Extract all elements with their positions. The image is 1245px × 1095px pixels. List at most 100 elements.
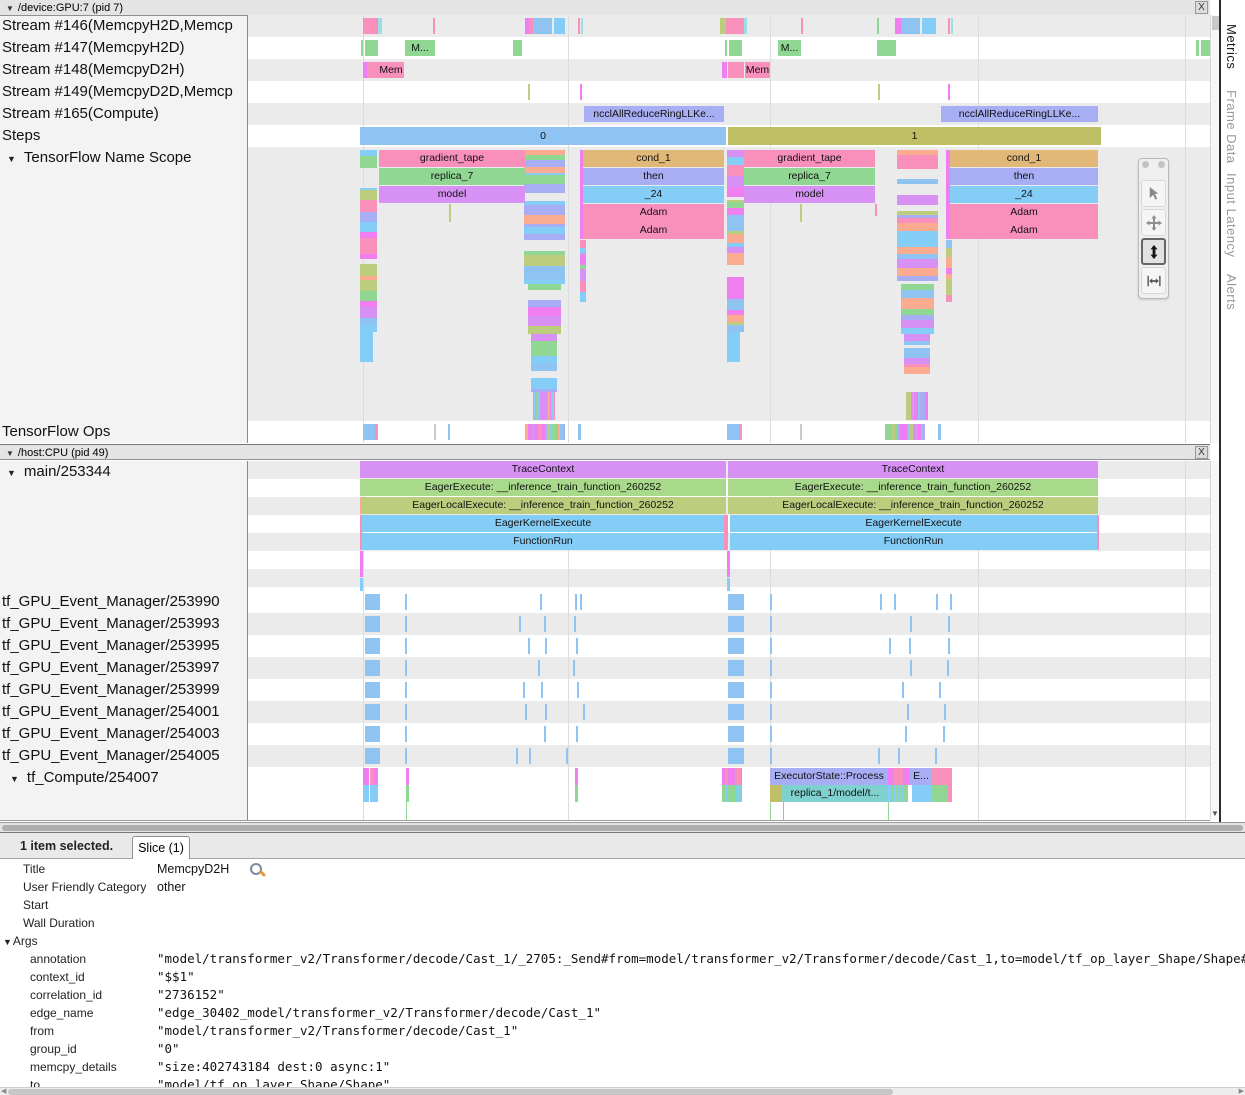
timeline-slice[interactable]: [406, 802, 407, 820]
timeline-slice[interactable]: [727, 332, 740, 362]
timeline-slice[interactable]: [374, 785, 378, 802]
timeline-slice[interactable]: [901, 290, 934, 298]
timeline-slice[interactable]: [770, 748, 772, 764]
timeline-slice[interactable]: [877, 40, 896, 56]
timeline-slice[interactable]: [448, 424, 450, 440]
timeline-slice[interactable]: [580, 292, 586, 302]
timeline-slice[interactable]: [946, 274, 952, 279]
timeline-slice[interactable]: [529, 748, 531, 764]
timeline-slice[interactable]: [552, 424, 555, 440]
timeline-slice[interactable]: E...: [910, 768, 932, 785]
timeline-slice[interactable]: [363, 785, 369, 802]
cpu-process-header[interactable]: ▼/host:CPU (pid 49) X: [0, 444, 1210, 460]
timeline-slice[interactable]: [948, 84, 950, 100]
timeline-slice[interactable]: [770, 802, 771, 820]
timeline-slice[interactable]: [900, 785, 901, 802]
timeline-slice[interactable]: [896, 785, 898, 802]
timeline-slice[interactable]: [728, 704, 744, 720]
timeline-slice[interactable]: then: [950, 168, 1098, 185]
timeline-slice[interactable]: [901, 320, 934, 328]
timeline-slice[interactable]: [531, 341, 557, 351]
timeline-slice[interactable]: [538, 660, 540, 676]
timeline-slice[interactable]: [360, 200, 377, 212]
timeline-slice[interactable]: [910, 660, 912, 676]
collapse-arrow-icon[interactable]: ▼: [6, 1, 14, 17]
timeline-slice[interactable]: [727, 215, 744, 222]
timeline-slice[interactable]: [580, 84, 582, 100]
timeline-slice[interactable]: [946, 248, 952, 257]
timeline-slice[interactable]: [370, 785, 374, 802]
timeline-slice[interactable]: [524, 280, 565, 284]
timeline-slice[interactable]: replica_7: [379, 168, 525, 185]
timeline-slice[interactable]: [575, 785, 578, 802]
timeline-slice[interactable]: [911, 392, 913, 420]
timeline-slice[interactable]: [901, 785, 903, 802]
selection-tool-button[interactable]: [1141, 180, 1166, 207]
timeline-slice[interactable]: [405, 704, 407, 720]
palette-grip-handle[interactable]: [1142, 161, 1165, 178]
timeline-slice[interactable]: [433, 18, 435, 34]
timeline-slice[interactable]: [943, 726, 945, 742]
timeline-slice[interactable]: [524, 224, 565, 227]
timeline-slice[interactable]: model: [379, 186, 525, 203]
timeline-slice[interactable]: [524, 160, 565, 167]
scroll-right-arrow-icon[interactable]: ▶: [1239, 1087, 1244, 1095]
timeline-slice[interactable]: [895, 424, 897, 440]
timeline-slice[interactable]: [800, 424, 802, 440]
timeline-slice[interactable]: [542, 424, 545, 440]
timeline-slice[interactable]: [892, 424, 895, 440]
scroll-left-arrow-icon[interactable]: ◀: [1, 1087, 6, 1095]
timeline-slice[interactable]: [948, 18, 950, 34]
timeline-slice[interactable]: [360, 264, 377, 276]
timeline-slice[interactable]: [897, 238, 938, 247]
timeline-slice[interactable]: [524, 234, 565, 240]
timeline-slice[interactable]: [524, 215, 565, 220]
timeline-slice[interactable]: [405, 682, 407, 698]
timeline-slice[interactable]: [741, 768, 742, 785]
timeline-slice[interactable]: [531, 378, 557, 389]
timeline-slice[interactable]: [360, 280, 377, 291]
timeline-slice[interactable]: [525, 424, 528, 440]
timeline-slice[interactable]: [528, 316, 561, 326]
timeline-slice[interactable]: [365, 40, 378, 56]
timeline-slice[interactable]: [888, 785, 891, 802]
timeline-slice[interactable]: [728, 594, 744, 610]
timeline-slice[interactable]: [528, 326, 561, 334]
timeline-slice[interactable]: [360, 578, 363, 591]
timeline-slice[interactable]: [727, 322, 744, 325]
timeline-slice[interactable]: [770, 726, 772, 742]
timeline-slice[interactable]: [727, 234, 744, 243]
timeline-slice[interactable]: [363, 18, 378, 34]
timeline-slice[interactable]: [576, 638, 578, 654]
zoom-tool-button[interactable]: [1141, 238, 1166, 265]
timeline-slice[interactable]: [513, 40, 522, 56]
timeline-slice[interactable]: EagerLocalExecute: __inference_train_fun…: [728, 497, 1098, 514]
timeline-slice[interactable]: cond_1: [583, 150, 724, 167]
timeline-slice[interactable]: [920, 392, 922, 420]
timeline-slice[interactable]: [900, 768, 903, 785]
timeline-slice[interactable]: [580, 150, 583, 239]
timeline-slice[interactable]: [365, 704, 380, 720]
timeline-slice[interactable]: cond_1: [950, 150, 1098, 167]
timeline-slice[interactable]: [725, 40, 727, 56]
timeline-slice[interactable]: [901, 315, 934, 320]
timeline-slice[interactable]: [560, 424, 563, 440]
timeline-slice[interactable]: [735, 785, 737, 802]
timeline-slice[interactable]: [722, 785, 725, 802]
timeline-slice[interactable]: [888, 768, 891, 785]
timeline-slice[interactable]: [405, 638, 407, 654]
timeline-slice[interactable]: [581, 18, 583, 34]
timeline-slice[interactable]: [727, 310, 744, 315]
timeline-slice[interactable]: EagerKernelExecute: [362, 515, 724, 532]
timeline-slice[interactable]: [885, 424, 888, 440]
timeline-slice[interactable]: [577, 682, 579, 698]
timeline-slice[interactable]: Adam: [950, 204, 1098, 221]
timeline-slice[interactable]: [736, 768, 737, 785]
timeline-slice[interactable]: _24: [950, 186, 1098, 203]
timeline-slice[interactable]: [727, 243, 744, 247]
timeline-slice[interactable]: [531, 363, 557, 371]
timeline-slice[interactable]: [580, 256, 586, 265]
timeline-slice[interactable]: [727, 208, 744, 215]
timeline-slice[interactable]: [728, 660, 744, 676]
timeline-slice[interactable]: [360, 318, 377, 325]
